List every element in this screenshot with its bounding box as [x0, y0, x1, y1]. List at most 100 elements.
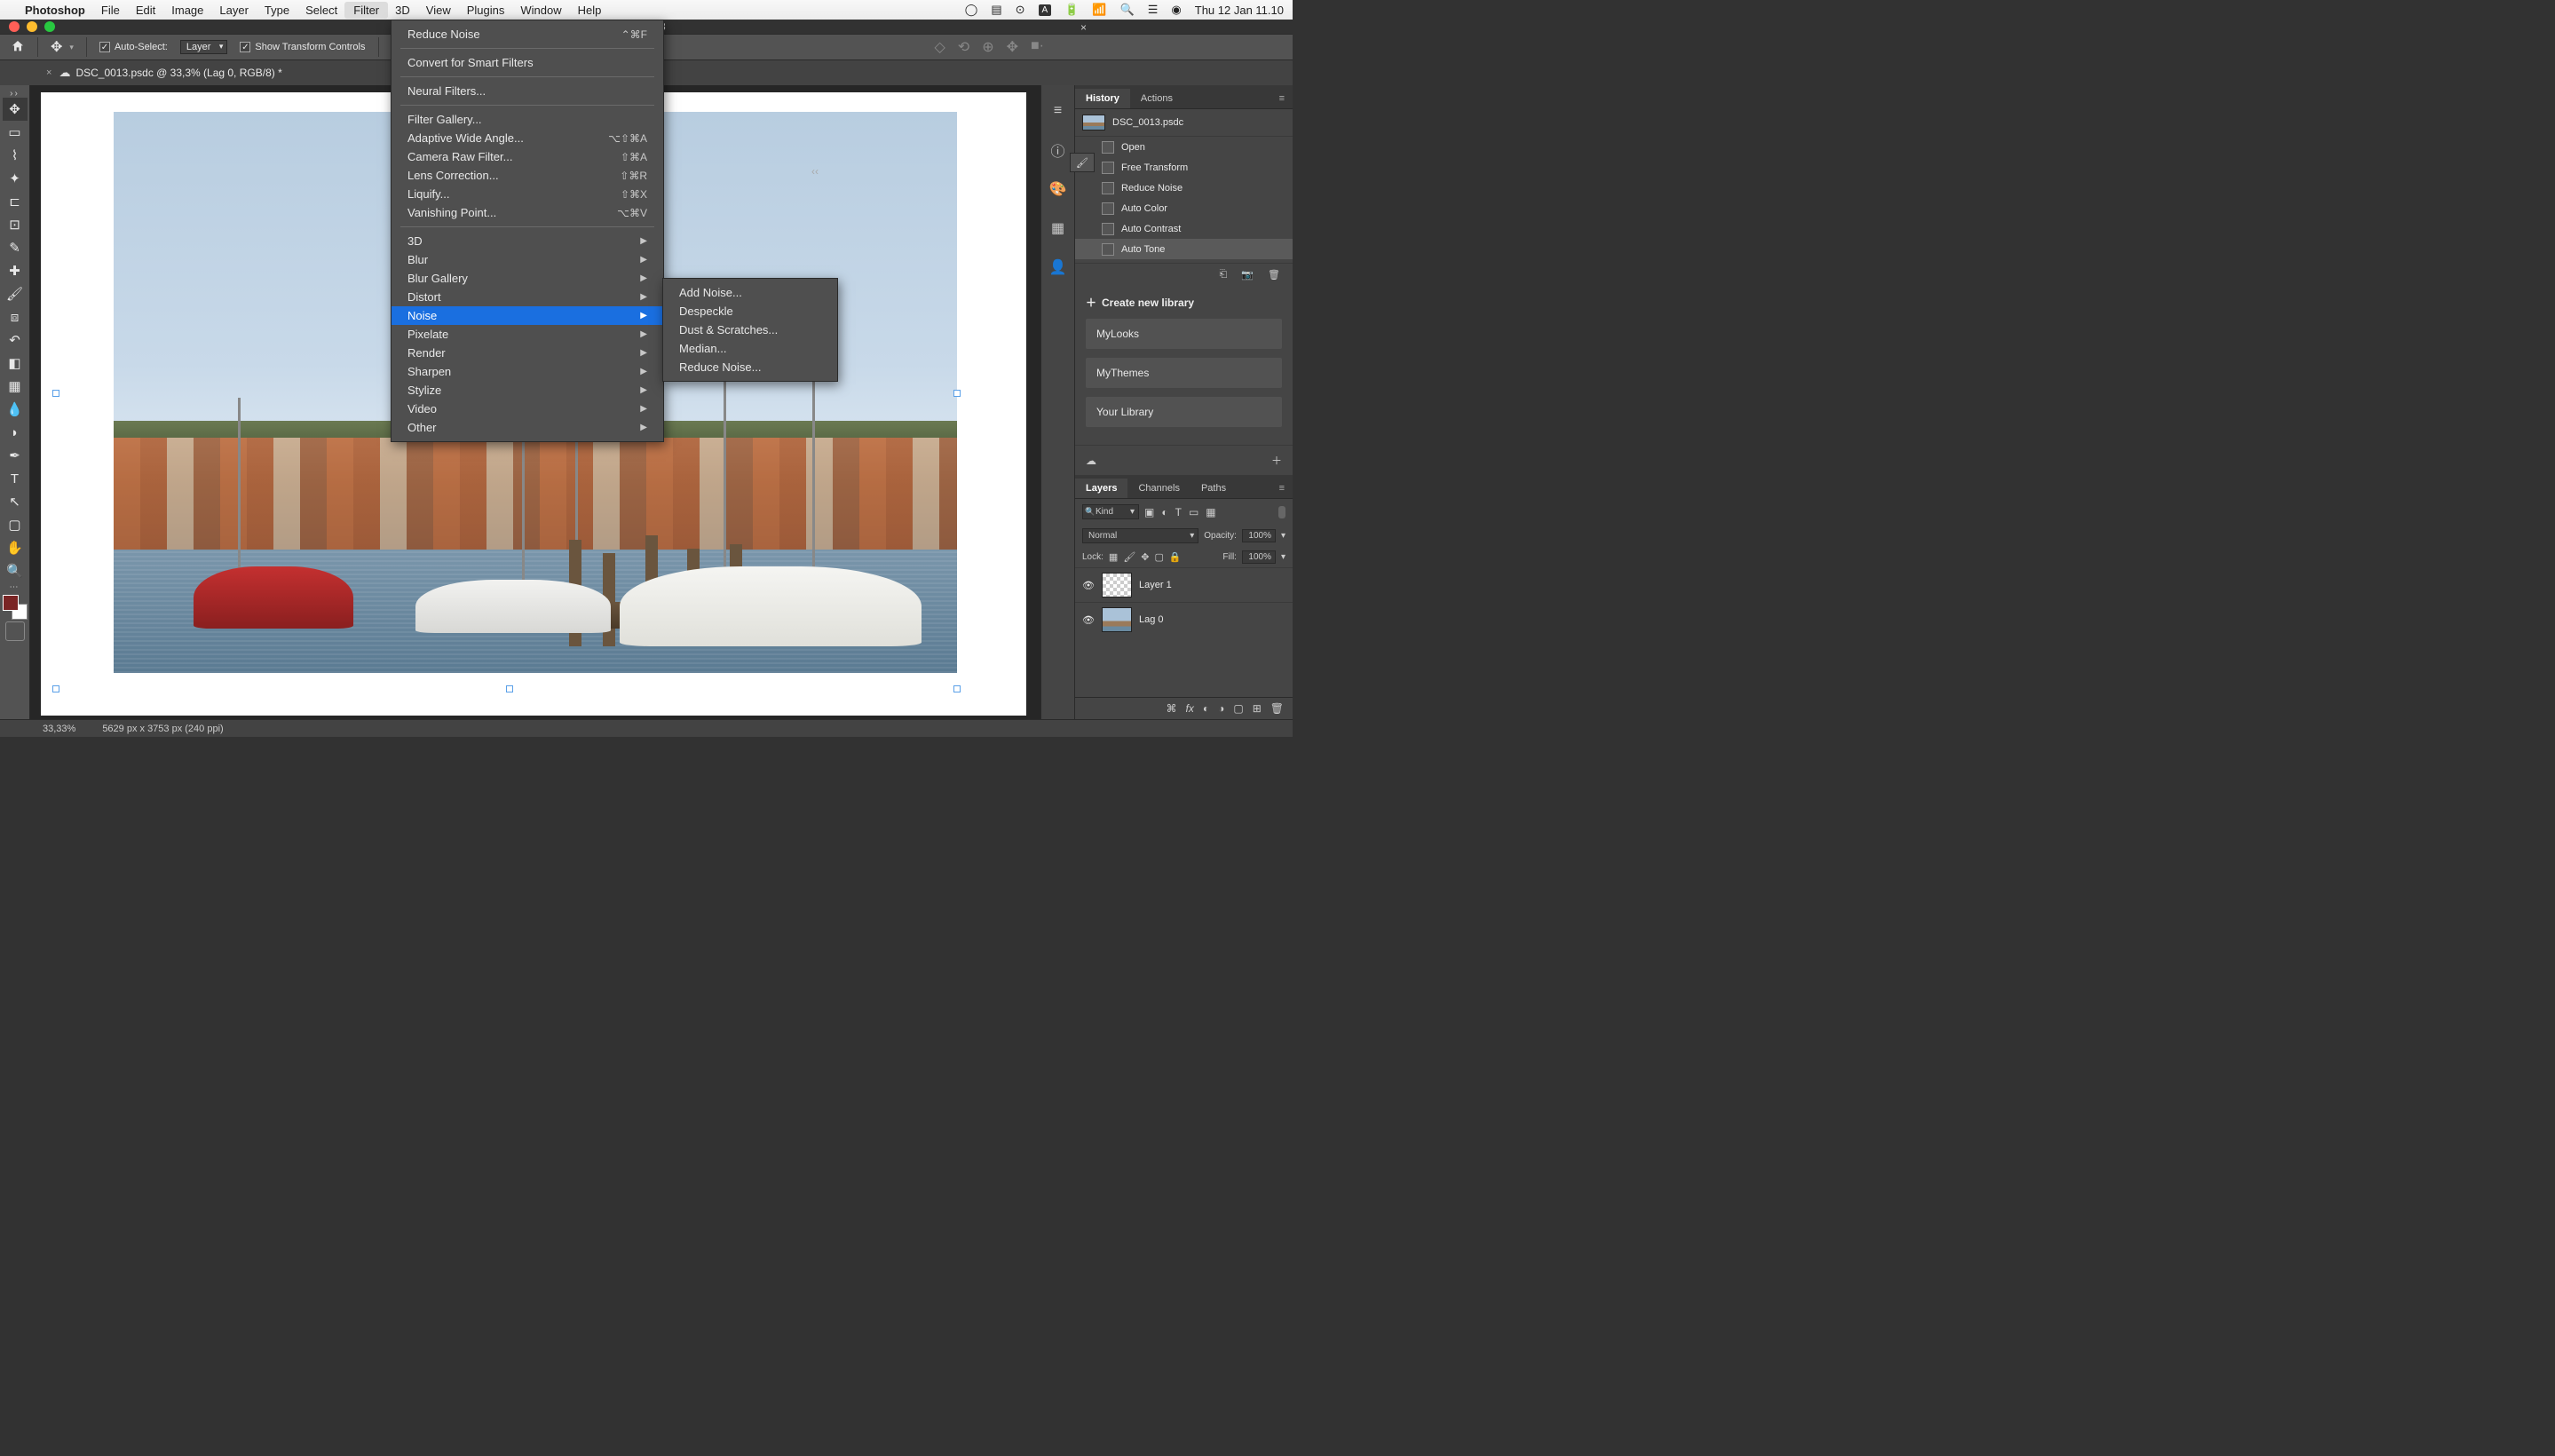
layer-row[interactable]: 👁 Layer 1 [1075, 567, 1293, 602]
layer-thumbnail[interactable] [1102, 607, 1132, 632]
document-dimensions[interactable]: 5629 px x 3753 px (240 ppi) [102, 724, 223, 734]
move-tool-icon[interactable]: ✥ [51, 38, 62, 56]
filter-blur-submenu[interactable]: Blur▶ [392, 250, 663, 269]
spotlight-icon[interactable]: 🔍 [1120, 3, 1135, 17]
opacity-input[interactable]: 100% [1242, 529, 1276, 542]
history-step[interactable]: Reduce Noise [1075, 178, 1293, 198]
layer-filter-kind-dropdown[interactable]: Kind [1082, 504, 1139, 519]
filter-blur-gallery-submenu[interactable]: Blur Gallery▶ [392, 269, 663, 288]
blur-tool[interactable]: 💧 [3, 398, 28, 421]
lock-position-icon[interactable]: ✥ [1141, 551, 1149, 563]
history-brush-tool[interactable]: ↶ [3, 328, 28, 352]
transform-handle[interactable] [953, 390, 961, 397]
panel-menu-icon[interactable]: ≡ [1272, 479, 1293, 498]
history-step[interactable]: Auto Tone [1075, 239, 1293, 259]
menu-type[interactable]: Type [265, 4, 289, 17]
window-zoom-button[interactable] [44, 21, 55, 32]
lasso-tool[interactable]: ⌇ [3, 144, 28, 167]
filter-last[interactable]: Reduce Noise ⌃⌘F [392, 25, 663, 44]
filter-lens-correction[interactable]: Lens Correction...⇧⌘R [392, 166, 663, 185]
properties-panel-icon[interactable]: 👤 [1048, 257, 1068, 277]
opacity-dropdown-icon[interactable]: ▾ [1281, 531, 1285, 541]
adjustment-layer-icon[interactable]: ◑ [1218, 702, 1224, 715]
layers-tab[interactable]: Layers [1075, 479, 1127, 498]
panel-group-close-icon[interactable]: × [1080, 21, 1087, 34]
menu-plugins[interactable]: Plugins [467, 4, 505, 17]
document-tab[interactable]: × ☁ DSC_0013.psdc @ 33,3% (Lag 0, RGB/8)… [36, 60, 293, 85]
menu-3d[interactable]: 3D [395, 4, 410, 17]
history-step[interactable]: Free Transform [1075, 157, 1293, 178]
history-brush-source-icon[interactable]: 🖌 [1070, 153, 1095, 172]
clone-stamp-tool[interactable]: ⧈ [3, 305, 28, 328]
filter-vanishing-point[interactable]: Vanishing Point...⌥⌘V [392, 203, 663, 222]
library-item[interactable]: Your Library [1086, 397, 1282, 427]
layer-name[interactable]: Layer 1 [1139, 580, 1172, 590]
layer-row[interactable]: 👁 Lag 0 [1075, 602, 1293, 637]
app-name[interactable]: Photoshop [25, 4, 85, 17]
delete-state-icon[interactable]: 🗑 [1268, 269, 1280, 281]
type-tool[interactable]: T [3, 467, 28, 490]
menu-help[interactable]: Help [578, 4, 602, 17]
link-layers-icon[interactable]: ⌘ [1167, 702, 1177, 715]
frame-tool[interactable]: ⊡ [3, 213, 28, 236]
edit-toolbar-icon[interactable]: ⋯ [10, 582, 20, 591]
siri-icon[interactable]: ◉ [1171, 3, 1181, 17]
new-snapshot-icon[interactable]: 📷 [1241, 269, 1254, 281]
quick-mask-toggle[interactable] [3, 620, 28, 643]
history-step[interactable]: Open [1075, 137, 1293, 157]
group-layers-icon[interactable]: ▢ [1233, 702, 1243, 715]
filter-sharpen-submenu[interactable]: Sharpen▶ [392, 362, 663, 381]
3d-pan-icon[interactable]: ✥ [1007, 38, 1018, 56]
lock-all-icon[interactable]: 🔒 [1169, 551, 1182, 563]
lock-transparent-icon[interactable]: ▦ [1109, 551, 1118, 563]
menu-filter[interactable]: Filter [344, 2, 388, 19]
gradient-tool[interactable]: ▦ [3, 375, 28, 398]
filter-smart-convert[interactable]: Convert for Smart Filters [392, 53, 663, 72]
history-step[interactable]: Auto Contrast [1075, 218, 1293, 239]
color-panel-icon[interactable]: 🎨 [1048, 179, 1068, 199]
lock-artboard-icon[interactable]: ▢ [1155, 551, 1164, 563]
control-center-icon[interactable]: ☰ [1148, 3, 1159, 17]
filter-adaptive-wide-angle[interactable]: Adaptive Wide Angle...⌥⇧⌘A [392, 129, 663, 147]
filter-neural[interactable]: Neural Filters... [392, 82, 663, 100]
eraser-tool[interactable]: ◧ [3, 352, 28, 375]
layer-fx-icon[interactable]: fx [1186, 702, 1194, 715]
history-step[interactable]: Auto Color [1075, 198, 1293, 218]
window-close-button[interactable] [9, 21, 20, 32]
wifi-icon[interactable]: 📶 [1092, 3, 1106, 17]
filter-liquify[interactable]: Liquify...⇧⌘X [392, 185, 663, 203]
filter-smart-icon[interactable]: ▦ [1206, 506, 1215, 518]
info-panel-icon[interactable]: ⓘ [1048, 140, 1068, 160]
lock-pixels-icon[interactable]: 🖌 [1123, 551, 1135, 563]
play-icon[interactable]: ⊙ [1016, 3, 1025, 17]
layer-thumbnail[interactable] [1102, 573, 1132, 597]
filter-gallery[interactable]: Filter Gallery... [392, 110, 663, 129]
quick-select-tool[interactable]: ✦ [3, 167, 28, 190]
cc-cloud-icon[interactable]: ◯ [965, 3, 978, 17]
filter-pixel-icon[interactable]: ▣ [1144, 506, 1154, 518]
cloud-sync-icon[interactable]: ☁ [1086, 455, 1096, 467]
history-snapshot[interactable]: DSC_0013.psdc [1075, 109, 1293, 137]
menu-edit[interactable]: Edit [136, 4, 155, 17]
stack-icon[interactable]: ▤ [991, 3, 1001, 17]
paths-tab[interactable]: Paths [1190, 479, 1237, 498]
channels-tab[interactable]: Channels [1127, 479, 1190, 498]
new-layer-icon[interactable]: ⊞ [1253, 702, 1262, 715]
dodge-tool[interactable]: ◗ [3, 421, 28, 444]
filter-pixelate-submenu[interactable]: Pixelate▶ [392, 325, 663, 344]
menu-view[interactable]: View [426, 4, 451, 17]
add-library-icon[interactable]: ＋ [1271, 453, 1282, 468]
show-transform-checkbox[interactable]: ✓ [240, 42, 250, 52]
collapse-panels-icon[interactable]: ‹‹ [811, 165, 819, 178]
move-tool[interactable]: ✥ [3, 98, 28, 121]
brush-tool[interactable]: 🖌 [3, 282, 28, 305]
hand-tool[interactable]: ✋ [3, 536, 28, 559]
crop-tool[interactable]: ⊏ [3, 190, 28, 213]
menubar-clock[interactable]: Thu 12 Jan 11.10 [1195, 4, 1284, 17]
foreground-color[interactable] [3, 595, 19, 611]
tool-preset-dropdown[interactable]: ▾ [69, 43, 74, 52]
menu-layer[interactable]: Layer [219, 4, 249, 17]
filter-render-submenu[interactable]: Render▶ [392, 344, 663, 362]
history-tab[interactable]: History [1075, 89, 1130, 108]
new-doc-from-state-icon[interactable]: ⎗ [1220, 269, 1228, 281]
